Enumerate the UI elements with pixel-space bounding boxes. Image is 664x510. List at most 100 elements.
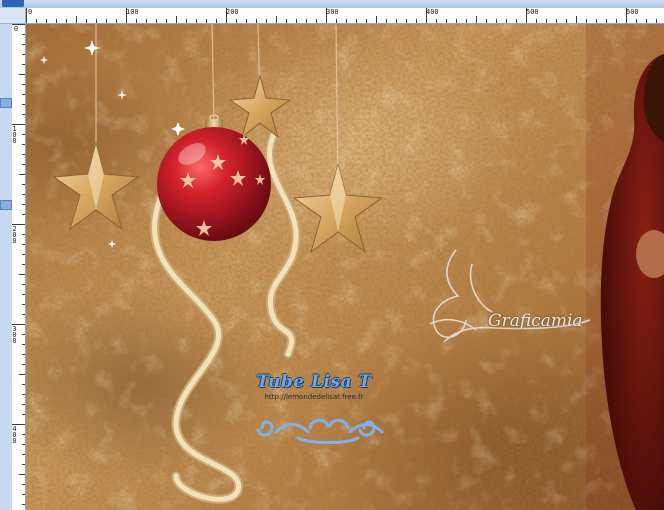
ruler-tick <box>286 19 287 23</box>
ruler-tick <box>636 19 637 23</box>
ruler-tick <box>22 314 25 315</box>
ruler-tick <box>396 19 397 23</box>
vertical-ruler[interactable]: 0 100 200 300 400 <box>0 24 26 510</box>
ruler-tick <box>22 164 25 165</box>
ruler-tick <box>19 174 25 175</box>
ruler-tick <box>136 19 137 23</box>
ruler-tick <box>22 494 25 495</box>
ruler-tick <box>22 414 25 415</box>
window-top-strip <box>0 0 664 8</box>
ruler-tick <box>22 464 25 465</box>
ruler-tick <box>166 19 167 23</box>
ruler-tick <box>22 284 25 285</box>
image-canvas[interactable]: Tube Lisa T http://lemondedelisat.free.f… <box>26 24 664 510</box>
ruler-tick <box>22 114 25 115</box>
ruler-tick <box>516 19 517 23</box>
ruler-tick <box>556 19 557 23</box>
ruler-tick <box>546 19 547 23</box>
ruler-tick <box>46 19 47 23</box>
ruler-tick <box>256 19 257 23</box>
side-panel-button-2[interactable] <box>0 200 12 210</box>
ruler-tick <box>296 19 297 23</box>
ruler-tick <box>566 19 567 23</box>
ruler-tick <box>19 74 25 75</box>
ruler-tick <box>22 444 25 445</box>
ruler-corner <box>0 8 26 24</box>
vruler-label-0: 0 <box>13 25 19 33</box>
ruler-tick <box>106 19 107 23</box>
ruler-tick <box>36 19 37 23</box>
ruler-tick <box>456 19 457 23</box>
tube-url: http://lemondedelisat.free.fr <box>264 393 364 401</box>
ruler-tick <box>366 19 367 23</box>
ruler-tick <box>22 104 25 105</box>
ruler-tick <box>19 274 25 275</box>
ruler-tick <box>376 16 377 23</box>
ruler-tick <box>206 19 207 23</box>
ruler-tick <box>22 434 25 435</box>
ruler-tick <box>22 94 25 95</box>
ruler-label-0: 0 <box>28 8 33 16</box>
vruler-label-400: 400 <box>12 425 17 445</box>
ruler-tick <box>276 16 277 23</box>
ruler-tick <box>86 19 87 23</box>
ruler-tick <box>22 84 25 85</box>
ruler-tick <box>646 19 647 23</box>
ruler-tick <box>606 19 607 23</box>
ruler-tick <box>476 16 477 23</box>
ruler-tick <box>196 19 197 23</box>
tube-title: Tube Lisa T <box>256 372 372 392</box>
ruler-tick <box>116 19 117 23</box>
ruler-tick <box>22 34 25 35</box>
ruler-tick <box>22 44 25 45</box>
ruler-tick <box>22 364 25 365</box>
ruler-tick <box>176 16 177 23</box>
image-tab-icon[interactable] <box>2 0 24 7</box>
ruler-label-600: 600 <box>626 8 639 16</box>
horizontal-ruler[interactable]: 0 100 200 300 400 500 600 <box>26 8 664 24</box>
ruler-tick <box>22 214 25 215</box>
ruler-tick <box>22 354 25 355</box>
ruler-tick <box>506 19 507 23</box>
ruler-tick <box>22 404 25 405</box>
ruler-label-100: 100 <box>126 8 139 16</box>
ruler-tick <box>22 384 25 385</box>
ruler-tick <box>22 504 25 505</box>
ruler-tick <box>486 19 487 23</box>
ruler-tick <box>216 19 217 23</box>
ruler-tick <box>56 19 57 23</box>
ruler-tick <box>22 144 25 145</box>
vruler-label-300: 300 <box>12 325 17 345</box>
ruler-tick <box>22 254 25 255</box>
ruler-label-400: 400 <box>426 8 439 16</box>
artist-signature: Graficamia <box>488 311 583 331</box>
ruler-tick <box>316 19 317 23</box>
ruler-label-500: 500 <box>526 8 539 16</box>
ruler-tick <box>22 334 25 335</box>
ruler-tick <box>656 19 657 23</box>
ruler-tick <box>22 64 25 65</box>
ruler-tick <box>436 19 437 23</box>
side-panel-button[interactable] <box>0 98 12 108</box>
ruler-tick <box>446 19 447 23</box>
christmas-artwork <box>26 24 664 510</box>
ruler-tick <box>406 19 407 23</box>
ruler-tick <box>496 19 497 23</box>
portrait-figure <box>586 24 664 510</box>
ruler-tick <box>22 454 25 455</box>
ruler-tick <box>536 19 537 23</box>
ruler-tick <box>236 19 237 23</box>
ruler-tick <box>266 19 267 23</box>
vruler-label-200: 200 <box>12 225 17 245</box>
ruler-tick <box>19 374 25 375</box>
ruler-tick <box>386 19 387 23</box>
ruler-tick <box>156 19 157 23</box>
ruler-tick <box>336 19 337 23</box>
ruler-tick <box>66 19 67 23</box>
ruler-tick <box>416 19 417 23</box>
ruler-tick <box>22 54 25 55</box>
ruler-tick <box>22 264 25 265</box>
ruler-tick <box>76 16 77 23</box>
ruler-tick <box>616 19 617 23</box>
ruler-tick <box>576 16 577 23</box>
